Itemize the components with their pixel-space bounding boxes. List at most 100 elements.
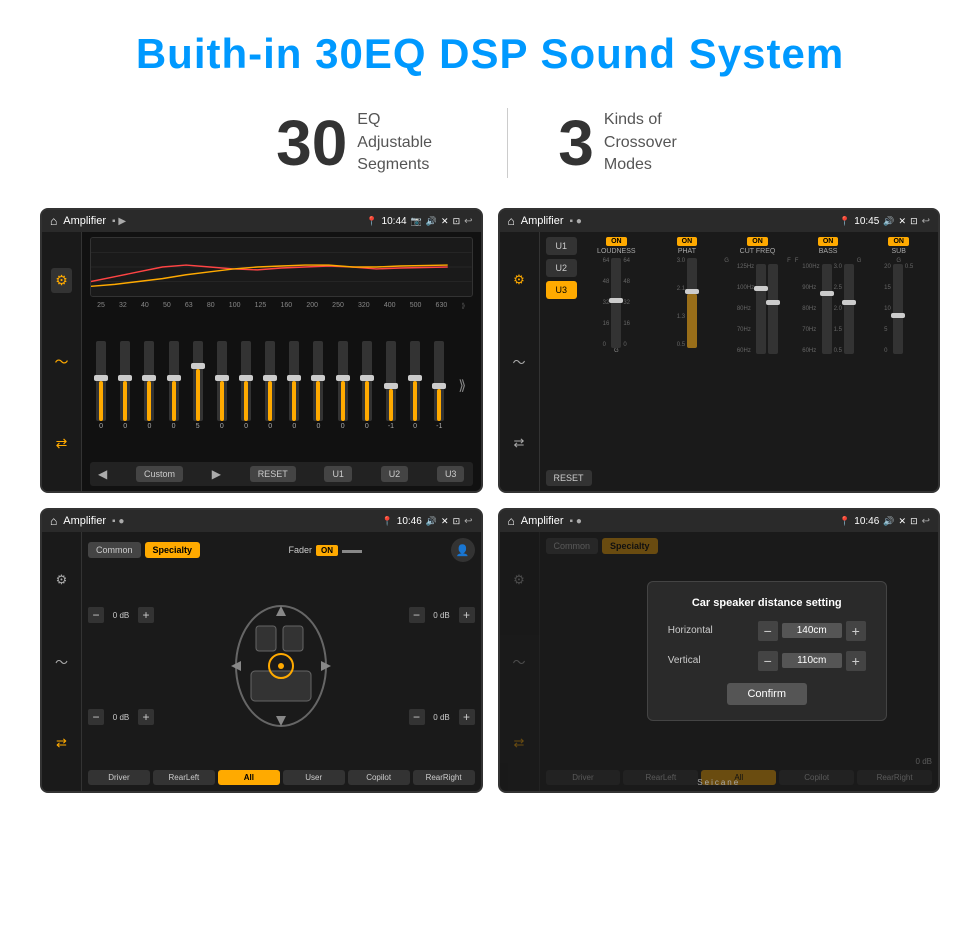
user-avatar-icon[interactable]: 👤: [451, 538, 475, 562]
spk-user-btn[interactable]: User: [283, 770, 345, 785]
preset-u3[interactable]: U3: [546, 281, 578, 299]
db-minus-br[interactable]: −: [409, 709, 425, 725]
stats-row: 30 EQ Adjustable Segments 3 Kinds of Cro…: [0, 98, 980, 198]
slider-13[interactable]: 0: [410, 341, 420, 430]
spk-driver-btn[interactable]: Driver: [88, 770, 150, 785]
eq-sliders: 0 0 0: [90, 313, 473, 458]
speaker-common-btn[interactable]: Common: [88, 542, 141, 558]
slider-2[interactable]: 0: [144, 341, 154, 430]
eq-number: 30: [276, 111, 347, 175]
dialog-horizontal-minus[interactable]: −: [758, 621, 778, 641]
slider-10[interactable]: 0: [338, 341, 348, 430]
dialog-title: Car speaker distance setting: [668, 597, 866, 609]
slider-8[interactable]: 0: [289, 341, 299, 430]
crossover-reset-btn[interactable]: RESET: [546, 470, 592, 486]
band-phat-slider[interactable]: [687, 258, 697, 348]
volume-icon-4: 🔊: [883, 516, 894, 527]
eq-sidebar-icon-eq[interactable]: ⚙: [51, 268, 72, 293]
db-minus-tl[interactable]: −: [88, 607, 104, 623]
dialog-horizontal-plus[interactable]: +: [846, 621, 866, 641]
db-plus-tr[interactable]: +: [459, 607, 475, 623]
eq-sidebar-icon-vol[interactable]: ⇄: [52, 431, 72, 456]
pin-icon-1: 📍: [366, 216, 377, 227]
dialog-confirm-button[interactable]: Confirm: [727, 683, 807, 705]
band-cutfreq-on[interactable]: ON: [747, 237, 768, 246]
eq-custom-btn[interactable]: Custom: [136, 466, 183, 482]
slider-1[interactable]: 0: [120, 341, 130, 430]
return-icon-4[interactable]: ↩: [922, 516, 930, 527]
return-icon-3[interactable]: ↩: [464, 516, 472, 527]
band-loudness: ON LOUDNESS 644832160 644832160: [583, 237, 650, 354]
speaker-sidebar-icon-bluetooth[interactable]: ⇄: [56, 735, 67, 751]
db-control-tl: − 0 dB +: [88, 607, 154, 623]
eq-u1-btn[interactable]: U1: [324, 466, 352, 482]
db-plus-br[interactable]: +: [459, 709, 475, 725]
speaker-car-diagram: [158, 568, 405, 764]
band-bass-slider2[interactable]: [844, 264, 854, 354]
crossover-sidebar: ⚙ 〜 ⇄: [500, 232, 540, 491]
dialog-vertical-label: Vertical: [668, 655, 728, 666]
slider-3[interactable]: 0: [169, 341, 179, 430]
window-icon-3: ⊡: [453, 516, 461, 527]
db-plus-tl[interactable]: +: [138, 607, 154, 623]
eq-reset-btn[interactable]: RESET: [250, 466, 296, 482]
slider-9[interactable]: 0: [313, 341, 323, 430]
spk-rearleft-btn[interactable]: RearLeft: [153, 770, 215, 785]
band-cutfreq-label: CUT FREQ: [740, 248, 776, 255]
band-cutfreq-slider1[interactable]: [756, 264, 766, 354]
slider-5[interactable]: 0: [217, 341, 227, 430]
band-cutfreq-slider2[interactable]: [768, 264, 778, 354]
db-plus-bl[interactable]: +: [138, 709, 154, 725]
return-icon-1[interactable]: ↩: [464, 216, 472, 227]
slider-4[interactable]: 5: [193, 341, 203, 430]
eq-scroll-arrows[interactable]: ⟫: [458, 377, 466, 394]
speaker-sidebar-icon-eq[interactable]: ⚙: [56, 572, 68, 588]
eq-sidebar-icon-wave[interactable]: 〜: [51, 348, 73, 376]
statusbar-right-3: 📍 10:46 🔊 ✕ ⊡ ↩: [382, 516, 473, 527]
band-sub-on[interactable]: ON: [888, 237, 909, 246]
band-loudness-on[interactable]: ON: [606, 237, 627, 246]
home-icon-2[interactable]: ⌂: [508, 214, 515, 228]
dialog-vertical-minus[interactable]: −: [758, 651, 778, 671]
band-bass-slider1[interactable]: [822, 264, 832, 354]
crossover-sidebar-icon-eq[interactable]: ⚙: [513, 272, 525, 288]
slider-6[interactable]: 0: [241, 341, 251, 430]
preset-u1[interactable]: U1: [546, 237, 578, 255]
slider-11[interactable]: 0: [362, 341, 372, 430]
home-icon-3[interactable]: ⌂: [50, 514, 57, 528]
band-bass: ON BASS FG 100Hz90Hz80Hz70Hz60Hz: [795, 237, 862, 354]
slider-7[interactable]: 0: [265, 341, 275, 430]
eq-u3-btn[interactable]: U3: [437, 466, 465, 482]
eq-nav-forward[interactable]: ▶: [212, 467, 221, 481]
speaker-selection-btns: Driver RearLeft All User Copilot RearRig…: [88, 770, 475, 785]
speaker-main: Common Specialty Fader ON ▬▬ 👤 −: [82, 532, 481, 791]
eq-graph: [90, 237, 473, 297]
spk-all-btn[interactable]: All: [218, 770, 280, 785]
db-minus-bl[interactable]: −: [88, 709, 104, 725]
band-bass-on[interactable]: ON: [818, 237, 839, 246]
slider-0[interactable]: 0: [96, 341, 106, 430]
slider-14[interactable]: -1: [434, 341, 444, 430]
db-minus-tr[interactable]: −: [409, 607, 425, 623]
eq-u2-btn[interactable]: U2: [381, 466, 409, 482]
eq-bottom-bar: ◀ Custom ▶ RESET U1 U2 U3: [90, 462, 473, 486]
home-icon-1[interactable]: ⌂: [50, 214, 57, 228]
home-icon-4[interactable]: ⌂: [508, 514, 515, 528]
return-icon-2[interactable]: ↩: [922, 216, 930, 227]
bands-container: ON LOUDNESS 644832160 644832160: [583, 237, 932, 354]
statusbar-right-4: 📍 10:46 🔊 ✕ ⊡ ↩: [839, 516, 930, 527]
preset-u2[interactable]: U2: [546, 259, 578, 277]
band-phat-on[interactable]: ON: [677, 237, 698, 246]
band-sub-slider[interactable]: [893, 264, 903, 354]
dialog-vertical-plus[interactable]: +: [846, 651, 866, 671]
band-loudness-slider[interactable]: [611, 258, 621, 348]
crossover-sidebar-icon-vol[interactable]: ⇄: [514, 435, 525, 451]
eq-nav-back[interactable]: ◀: [98, 467, 107, 481]
speaker-sidebar-icon-wave[interactable]: 〜: [55, 652, 68, 671]
spk-copilot-btn[interactable]: Copilot: [348, 770, 410, 785]
fader-on-btn[interactable]: ON: [316, 545, 338, 556]
slider-12[interactable]: -1: [386, 341, 396, 430]
crossover-sidebar-icon-wave[interactable]: 〜: [512, 352, 525, 371]
speaker-specialty-btn[interactable]: Specialty: [145, 542, 201, 558]
spk-rearright-btn[interactable]: RearRight: [413, 770, 475, 785]
